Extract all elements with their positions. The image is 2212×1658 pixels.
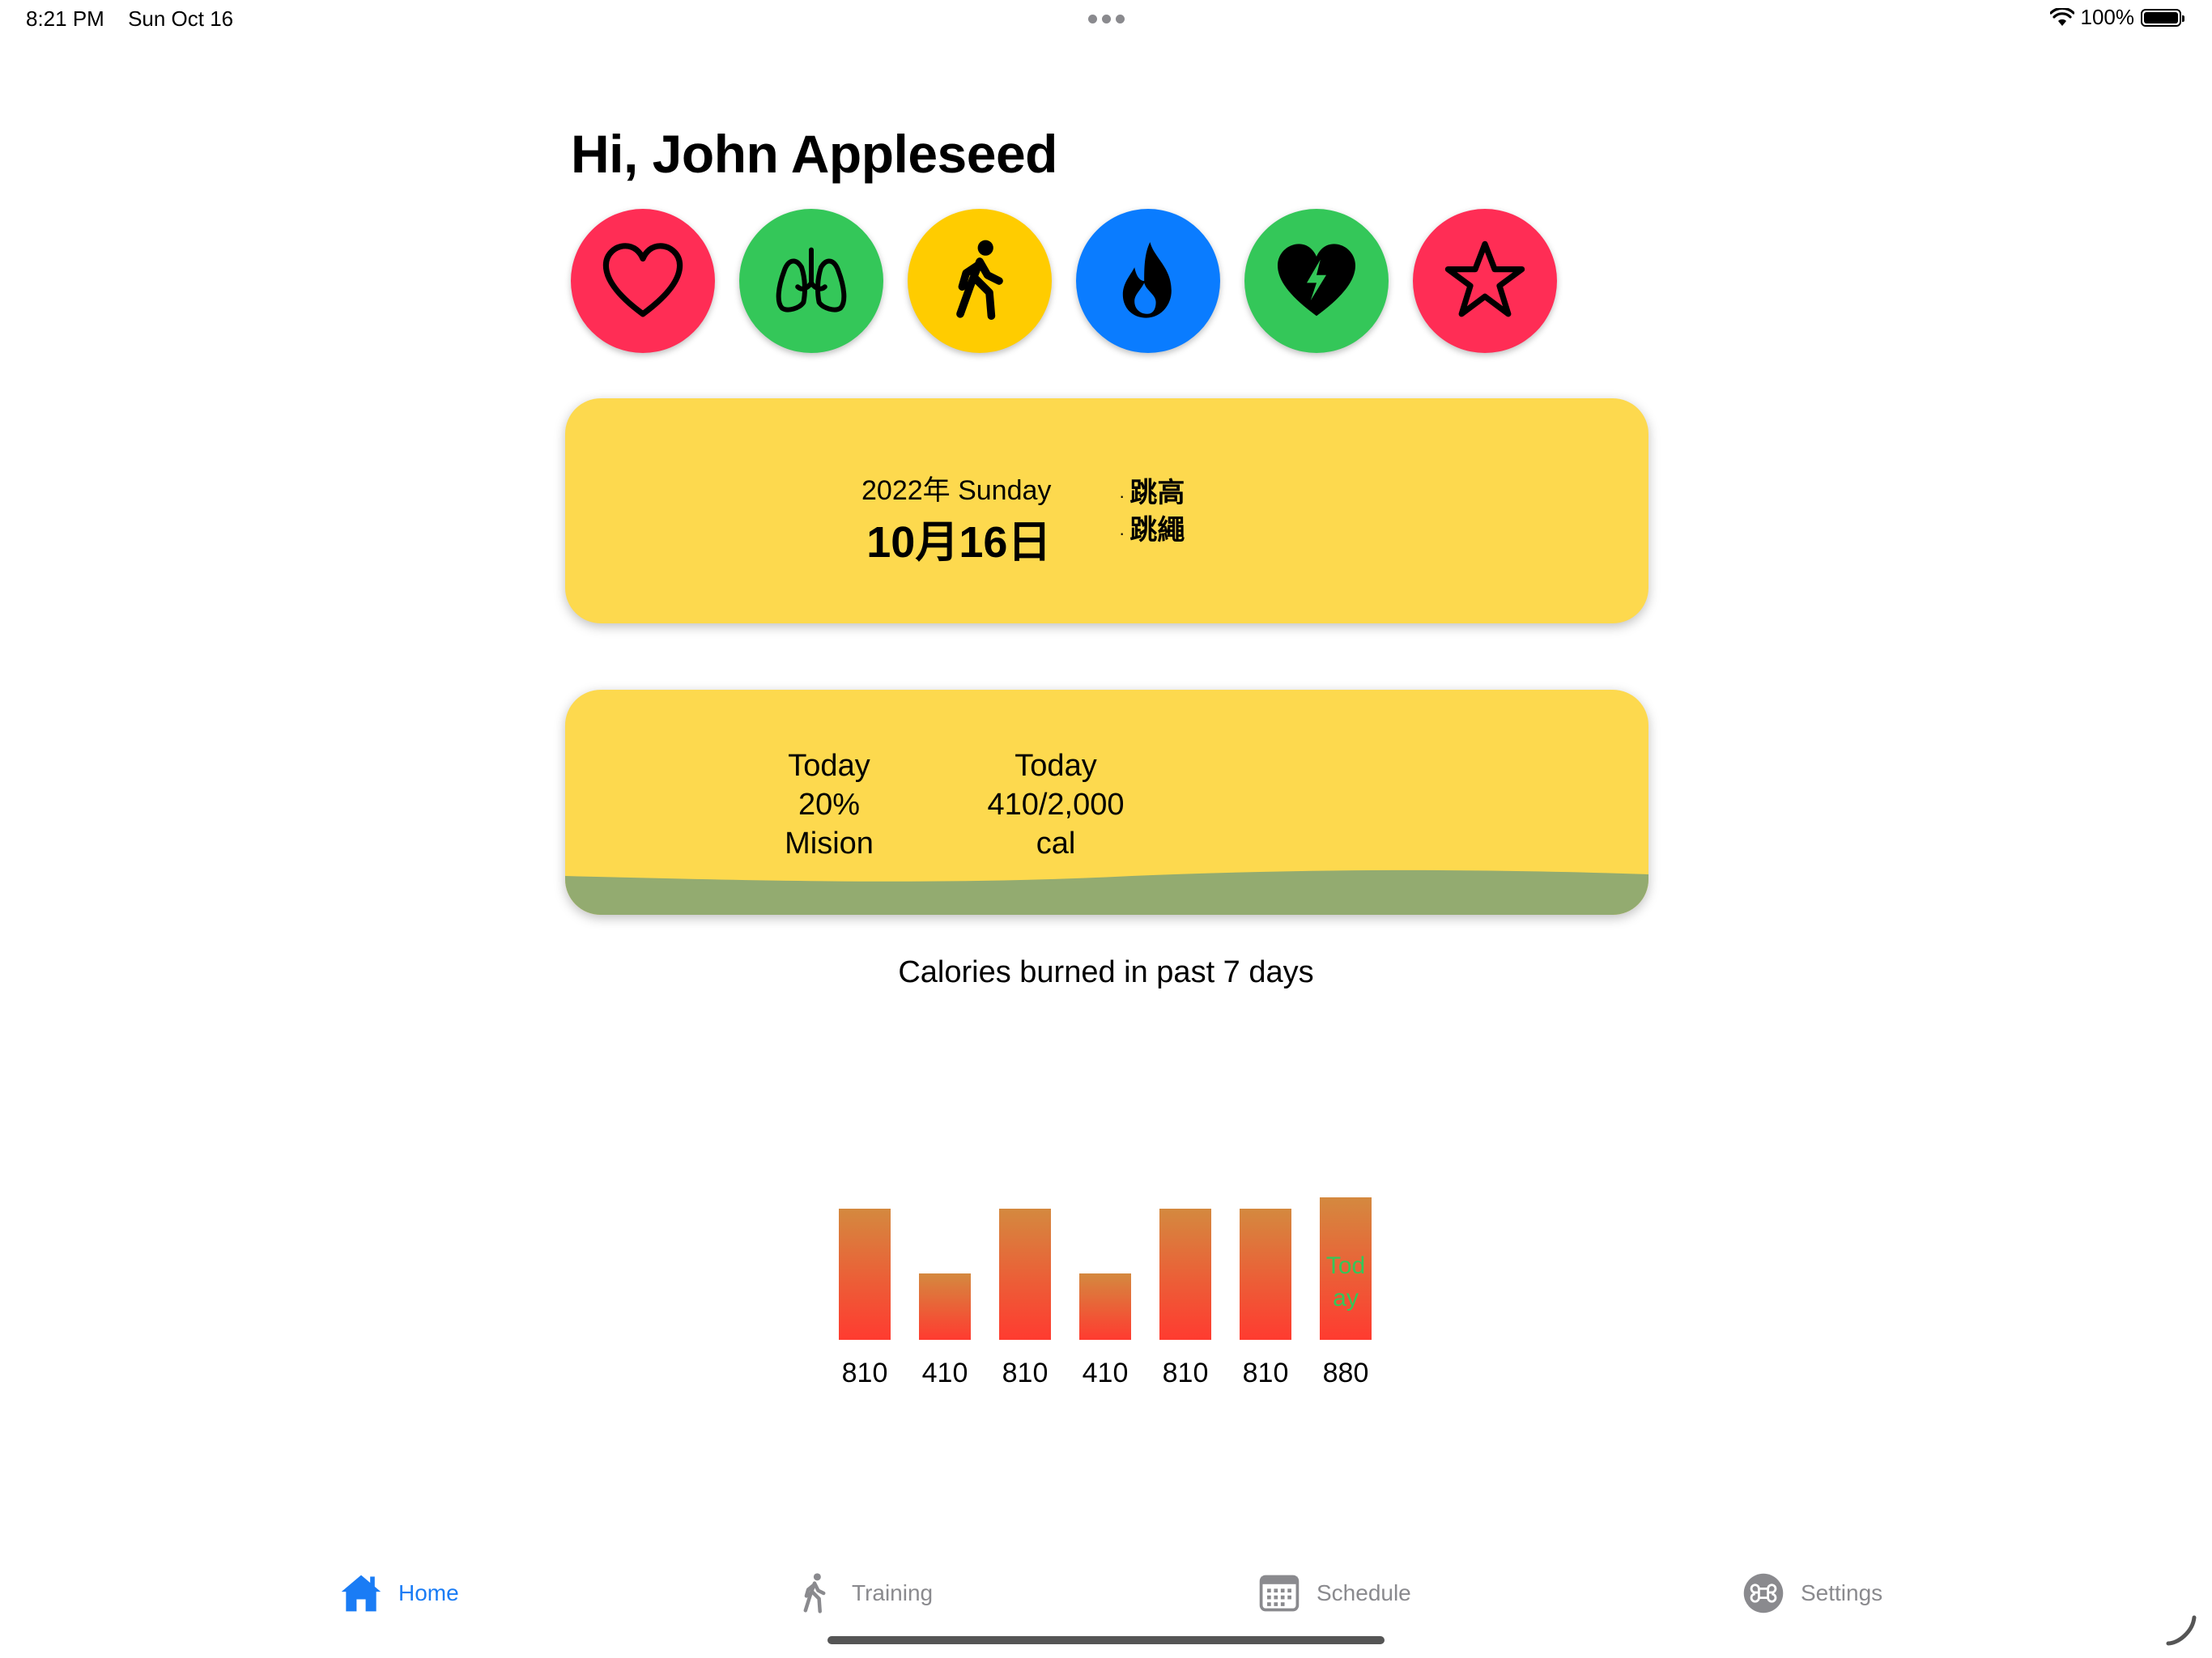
tab-settings[interactable]: Settings bbox=[1741, 1571, 1882, 1616]
more-dots-icon[interactable] bbox=[1088, 15, 1125, 23]
mission-progress: Today 20% Mision bbox=[732, 746, 926, 863]
flame-icon bbox=[1122, 242, 1172, 318]
heart-icon bbox=[602, 243, 683, 317]
date-year-line: 2022年 Sunday bbox=[861, 475, 1052, 506]
walk-button[interactable] bbox=[908, 209, 1052, 353]
heart-button[interactable] bbox=[571, 209, 715, 353]
chart-bar bbox=[1240, 1209, 1291, 1340]
status-time: 8:21 PM bbox=[26, 6, 104, 31]
tab-training[interactable]: Training bbox=[792, 1571, 933, 1616]
status-bar-right: 100% bbox=[2049, 5, 2184, 30]
mission-caption: Mision bbox=[785, 827, 874, 861]
chart-bar bbox=[999, 1209, 1051, 1340]
star-button[interactable] bbox=[1413, 209, 1557, 353]
quick-actions-row bbox=[571, 209, 1557, 353]
command-icon bbox=[1743, 1573, 1784, 1613]
calories-progress: Today 410/2,000 cal bbox=[959, 746, 1153, 863]
progress-wave bbox=[565, 869, 1648, 915]
bar-value-label: 810 bbox=[1002, 1358, 1049, 1388]
chart-bar bbox=[839, 1209, 891, 1340]
list-item: · 跳繩 bbox=[1119, 515, 1185, 546]
list-item: · 跳高 bbox=[1119, 478, 1185, 508]
bar-value-label: 410 bbox=[922, 1358, 968, 1388]
chart-title: Calories burned in past 7 days bbox=[898, 955, 1314, 989]
chart-bar bbox=[1079, 1273, 1131, 1340]
resize-handle-icon[interactable] bbox=[2165, 1614, 2197, 1647]
star-icon bbox=[1444, 240, 1525, 317]
tab-label: Home bbox=[398, 1580, 459, 1605]
status-date: Sun Oct 16 bbox=[128, 6, 234, 31]
bar-value-label: 810 bbox=[1163, 1358, 1209, 1388]
tab-label: Schedule bbox=[1317, 1580, 1411, 1605]
tab-label: Settings bbox=[1801, 1580, 1883, 1605]
date-day-line: 10月16日 bbox=[866, 518, 1052, 567]
figure-walk-icon bbox=[956, 240, 1003, 320]
tab-label: Training bbox=[852, 1580, 934, 1605]
bolt-heart-icon bbox=[1278, 244, 1355, 317]
calories-unit: cal bbox=[1036, 827, 1076, 861]
battery-icon bbox=[2141, 8, 2184, 27]
tab-schedule[interactable]: Schedule bbox=[1257, 1571, 1411, 1616]
chart-bar bbox=[1320, 1197, 1372, 1340]
status-bar-left: 8:21 PM Sun Oct 16 bbox=[26, 6, 251, 32]
lungs-button[interactable] bbox=[739, 209, 883, 353]
calendar-icon bbox=[1259, 1575, 1300, 1612]
mission-label: Today bbox=[788, 749, 870, 783]
bolt-heart-button[interactable] bbox=[1244, 209, 1389, 353]
battery-percent: 100% bbox=[2080, 5, 2135, 29]
bar-value-label: 410 bbox=[1083, 1358, 1129, 1388]
bar-value-label: 810 bbox=[1243, 1358, 1289, 1388]
today-label: ay bbox=[1333, 1285, 1359, 1312]
date-card[interactable]: 2022年 Sunday 10月16日 · 跳高 · 跳繩 bbox=[565, 398, 1648, 623]
wifi-icon bbox=[2049, 7, 2074, 26]
mission-card[interactable]: Today 20% Mision Today 410/2,000 cal bbox=[565, 690, 1648, 915]
figure-walk-icon bbox=[803, 1573, 826, 1613]
lungs-icon bbox=[776, 247, 847, 312]
home-indicator[interactable] bbox=[827, 1636, 1385, 1644]
chart-bar bbox=[919, 1273, 971, 1340]
house-icon bbox=[341, 1575, 381, 1612]
mission-percent: 20% bbox=[798, 788, 861, 822]
today-label: Tod bbox=[1326, 1252, 1365, 1279]
bar-value-label: 810 bbox=[842, 1358, 888, 1388]
events-list: · 跳高 · 跳繩 bbox=[1119, 476, 1185, 551]
bar-value-label: 880 bbox=[1323, 1358, 1369, 1388]
tab-home[interactable]: Home bbox=[338, 1571, 459, 1616]
chart-bar bbox=[1159, 1209, 1211, 1340]
greeting-title: Hi, John Appleseed bbox=[571, 124, 1057, 184]
calories-value: 410/2,000 bbox=[987, 788, 1125, 822]
date-block: 2022年 Sunday 10月16日 bbox=[861, 468, 1051, 570]
flame-button[interactable] bbox=[1076, 209, 1220, 353]
calories-label: Today bbox=[1015, 749, 1097, 783]
